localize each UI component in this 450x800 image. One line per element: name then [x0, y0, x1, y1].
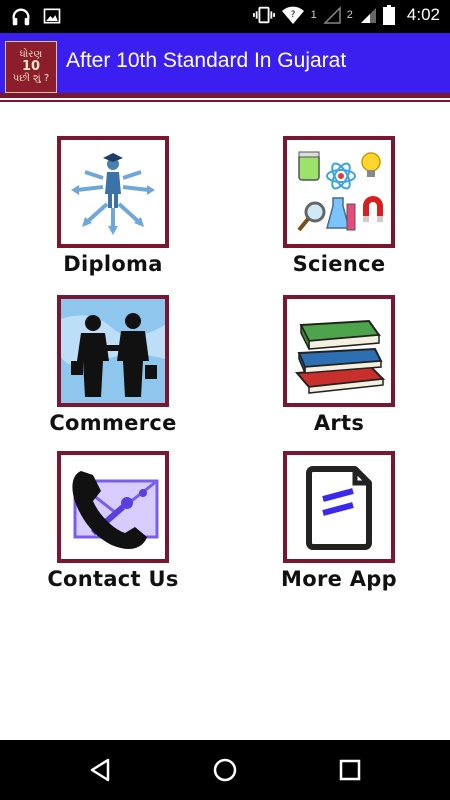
- contact-us-image: [57, 451, 169, 563]
- logo-line3: પછી શું ?: [12, 73, 50, 84]
- status-bar: ? 1 2 4:02: [0, 0, 450, 33]
- wifi-icon: ?: [281, 6, 304, 24]
- diploma-image: [57, 136, 169, 248]
- signal-icon: [360, 8, 376, 23]
- science-lab-icon: [297, 151, 383, 232]
- graduate-arrows-icon: [71, 153, 155, 235]
- tile-contact-us-label: Contact Us: [47, 567, 179, 591]
- more-app-image: [283, 451, 395, 563]
- tile-commerce-label: Commerce: [49, 411, 177, 435]
- back-icon[interactable]: [86, 756, 114, 784]
- app-title: After 10th Standard In Gujarat: [66, 49, 347, 72]
- tile-more-app[interactable]: More App: [254, 451, 424, 591]
- business-handshake-icon: [61, 299, 165, 403]
- home-icon[interactable]: [211, 756, 239, 784]
- science-image: [283, 136, 395, 248]
- tile-contact-us[interactable]: Contact Us: [28, 451, 198, 591]
- arts-image: [283, 295, 395, 407]
- tile-diploma[interactable]: Diploma: [28, 136, 198, 276]
- nav-bar: [0, 740, 450, 800]
- tile-science[interactable]: Science: [254, 136, 424, 276]
- commerce-image: [57, 295, 169, 407]
- headphones-icon: [12, 8, 30, 26]
- tile-more-app-label: More App: [281, 567, 397, 591]
- clock: 4:02: [406, 5, 440, 24]
- header-divider-thin: [0, 100, 450, 102]
- tile-arts-label: Arts: [313, 411, 365, 435]
- document-icon: [306, 466, 372, 550]
- recents-icon[interactable]: [336, 756, 364, 784]
- image-icon: [43, 8, 61, 24]
- header-divider: [0, 93, 450, 98]
- app-logo: ધોરણ 10 પછી શું ?: [5, 41, 57, 93]
- tile-commerce[interactable]: Commerce: [28, 295, 198, 435]
- battery-icon: [382, 5, 395, 25]
- stack-of-books-icon: [294, 319, 386, 394]
- svg-text:?: ?: [290, 10, 295, 20]
- tile-arts[interactable]: Arts: [254, 295, 424, 435]
- vibrate-icon: [252, 6, 275, 24]
- signal-icon: [322, 6, 341, 24]
- app-bar: ધોરણ 10 પછી શું ? After 10th Standard In…: [0, 33, 450, 93]
- logo-line2: 10: [21, 59, 41, 74]
- sim2-label: 2: [346, 9, 353, 21]
- tile-science-label: Science: [292, 252, 386, 276]
- tile-diploma-label: Diploma: [63, 252, 163, 276]
- phone-icon: [72, 471, 159, 549]
- sim1-label: 1: [310, 9, 317, 21]
